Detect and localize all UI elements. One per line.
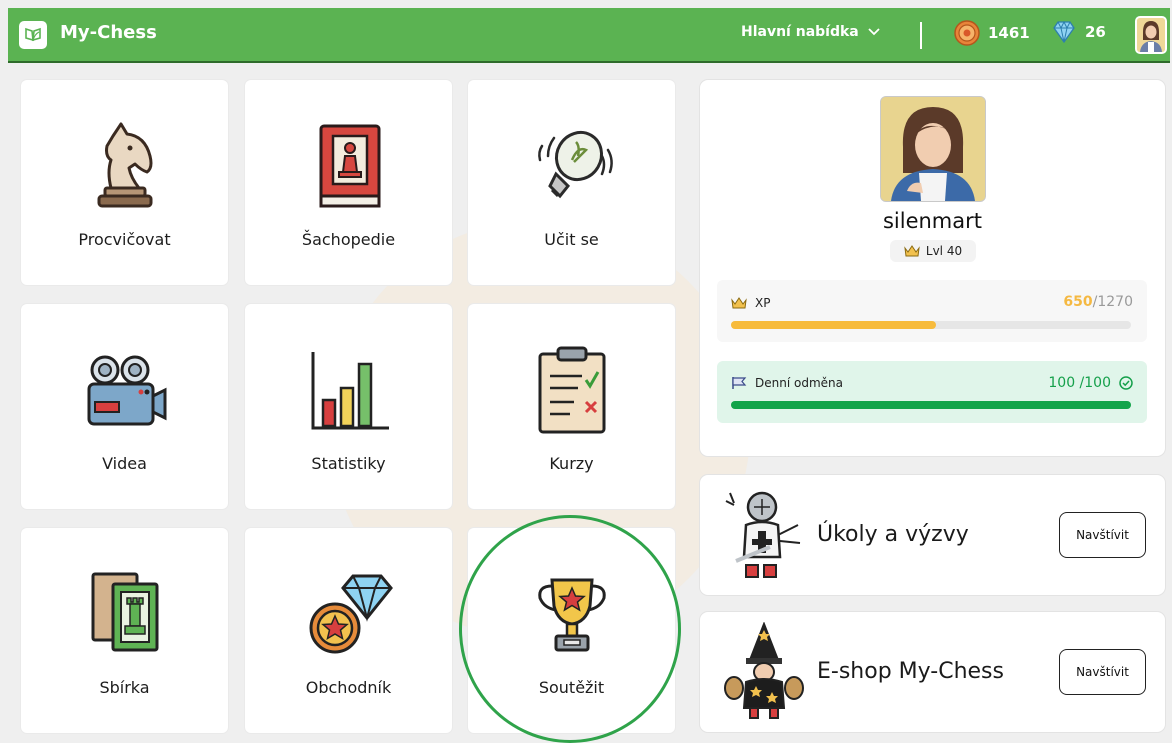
daily-bar-track — [731, 401, 1131, 409]
tile-label: Obchodník — [305, 678, 392, 697]
tile-statistiky[interactable]: Statistiky — [245, 304, 452, 509]
promo-eshop: E-shop My-Chess Navštívit — [700, 612, 1165, 732]
coin-count: 1461 — [988, 24, 1030, 42]
xp-value: 650/1270 — [1063, 294, 1133, 310]
coin-diamond-icon — [309, 574, 393, 654]
daily-label: Denní odměna — [755, 376, 843, 390]
tile-label: Kurzy — [549, 454, 594, 473]
profile-card: silenmart Lvl 40 XP 650/1270 Denní odměn… — [700, 80, 1165, 456]
crown-icon — [904, 245, 920, 257]
xp-progress: XP 650/1270 — [717, 280, 1147, 342]
brand-name[interactable]: My-Chess — [60, 22, 157, 43]
chess-book-icon — [319, 124, 380, 208]
check-circle-icon — [1119, 376, 1133, 390]
username: silenmart — [882, 209, 983, 233]
xp-max: /1270 — [1092, 294, 1133, 310]
user-avatar[interactable] — [1135, 16, 1167, 54]
clipboard-icon — [538, 346, 605, 434]
promo-title: Úkoly a výzvy — [817, 522, 969, 547]
divider — [920, 22, 922, 49]
top-bar: My-Chess Hlavní nabídka 1461 26 — [8, 8, 1170, 63]
lightbulb-icon — [537, 130, 613, 199]
tile-videa[interactable]: Videa — [21, 304, 228, 509]
tile-obchodnik[interactable]: Obchodník — [245, 528, 452, 733]
tile-ucit-se[interactable]: Učit se — [468, 80, 675, 285]
crown-icon — [731, 297, 747, 309]
bar-chart-icon — [311, 352, 389, 430]
video-camera-icon — [87, 355, 166, 426]
daily-reward: Denní odměna 100 /100 — [717, 361, 1147, 423]
main-menu-label: Hlavní nabídka — [741, 24, 859, 40]
tile-label: Sbírka — [99, 678, 150, 697]
tile-sachopedie[interactable]: Šachopedie — [245, 80, 452, 285]
gem-count: 26 — [1085, 23, 1106, 41]
visit-button[interactable]: Navštívit — [1059, 512, 1146, 558]
trophy-icon — [537, 578, 606, 652]
flag-icon — [732, 377, 747, 389]
daily-bar-fill — [731, 401, 1131, 409]
tile-label: Procvičovat — [78, 230, 171, 249]
daily-value: 100 /100 — [1048, 375, 1111, 391]
promo-tasks: Úkoly a výzvy Navštívit — [700, 475, 1165, 595]
level-text: Lvl 40 — [925, 244, 963, 258]
tile-label: Šachopedie — [301, 230, 396, 249]
xp-current: 650 — [1063, 294, 1093, 310]
profile-avatar[interactable] — [880, 96, 986, 202]
main-menu-dropdown[interactable]: Hlavní nabídka — [741, 24, 881, 40]
tile-label: Učit se — [544, 230, 599, 249]
tile-label: Videa — [102, 454, 147, 473]
chevron-down-icon — [868, 28, 880, 36]
knight-icon — [97, 122, 152, 208]
wizard-mascot-icon — [724, 622, 804, 719]
xp-bar-track — [731, 321, 1131, 329]
tile-soutezit[interactable]: Soutěžit — [468, 528, 675, 733]
tile-kurzy[interactable]: Kurzy — [468, 304, 675, 509]
level-badge: Lvl 40 — [890, 240, 976, 262]
diamond-icon — [1053, 20, 1075, 44]
tile-sbirka[interactable]: Sbírka — [21, 528, 228, 733]
visit-button[interactable]: Navštívit — [1059, 649, 1146, 695]
logo-icon[interactable] — [19, 21, 47, 49]
coin-balance[interactable]: 1461 — [954, 20, 1030, 46]
tile-label: Soutěžit — [538, 678, 605, 697]
tile-procvicovat[interactable]: Procvičovat — [21, 80, 228, 285]
xp-bar-fill — [731, 321, 936, 329]
knight-mascot-icon — [725, 491, 801, 578]
coin-icon — [954, 20, 980, 46]
promo-title: E-shop My-Chess — [817, 659, 1004, 684]
tile-label: Statistiky — [311, 454, 386, 473]
gem-balance[interactable]: 26 — [1051, 20, 1106, 44]
xp-label: XP — [755, 296, 771, 310]
card-collection-icon — [91, 572, 158, 652]
